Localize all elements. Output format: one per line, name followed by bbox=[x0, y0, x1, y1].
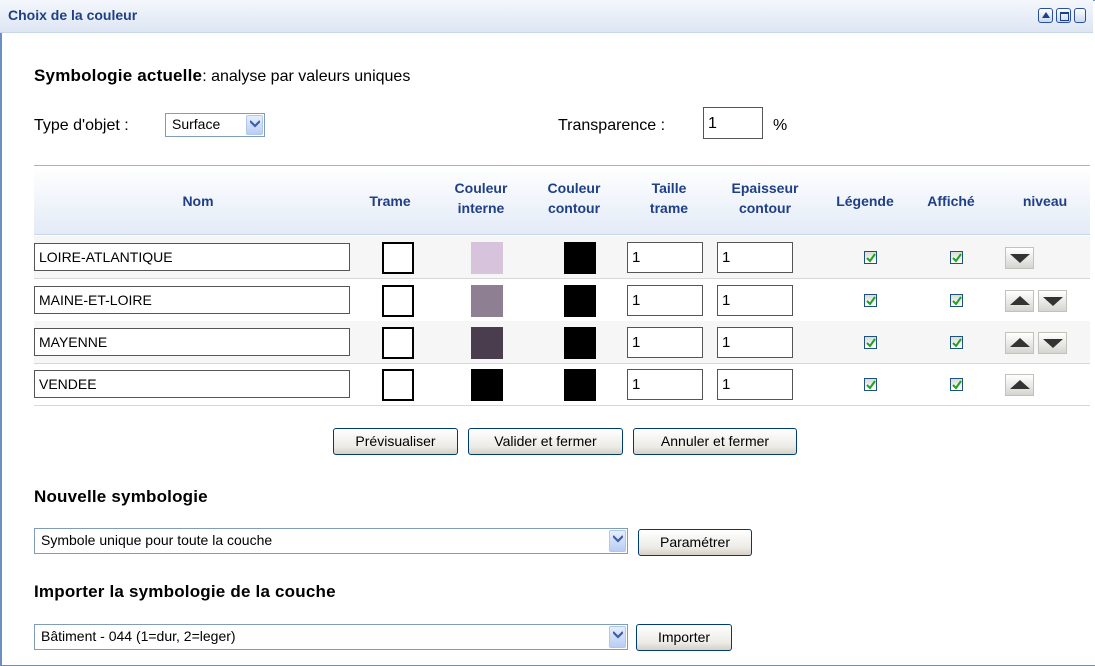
epaisseur-contour-input[interactable]: 1 bbox=[717, 242, 793, 273]
arrow-up-icon[interactable] bbox=[1005, 374, 1034, 396]
restore-icon[interactable] bbox=[1056, 8, 1071, 23]
nom-input[interactable]: LOIRE-ATLANTIQUE bbox=[34, 243, 350, 271]
trame-swatch[interactable] bbox=[382, 242, 414, 274]
legende-checkbox[interactable] bbox=[864, 378, 877, 391]
symbologie-actuelle-line: Symbologie actuelle: analyse par valeurs… bbox=[34, 66, 410, 86]
importer-button[interactable]: Importer bbox=[636, 624, 732, 651]
couleur-contour-swatch[interactable] bbox=[564, 369, 596, 401]
arrow-up-icon[interactable] bbox=[1005, 290, 1034, 312]
type-objet-select[interactable]: Surface bbox=[165, 113, 265, 137]
header-taille-trame: Taille trame bbox=[649, 180, 689, 216]
header-affiche: Affiché bbox=[927, 193, 975, 209]
couleur-interne-swatch[interactable] bbox=[471, 242, 503, 274]
nouvelle-symbologie-select[interactable]: Symbole unique pour toute la couche bbox=[34, 528, 628, 554]
dropdown-arrow-icon[interactable] bbox=[609, 626, 626, 648]
symbologie-actuelle-label: Symbologie actuelle bbox=[34, 66, 203, 85]
epaisseur-contour-input[interactable]: 1 bbox=[717, 327, 793, 358]
couleur-interne-swatch[interactable] bbox=[471, 285, 503, 317]
table-row: MAYENNE 1 1 bbox=[34, 321, 1090, 364]
importer-heading: Importer la symbologie de la couche bbox=[34, 582, 336, 601]
epaisseur-contour-input[interactable]: 1 bbox=[717, 285, 793, 316]
taille-trame-input[interactable]: 1 bbox=[627, 327, 703, 358]
valider-et-fermer-button[interactable]: Valider et fermer bbox=[468, 428, 623, 455]
arrow-down-icon[interactable] bbox=[1038, 290, 1067, 312]
couleur-interne-swatch[interactable] bbox=[471, 327, 503, 359]
previsualiser-button[interactable]: Prévisualiser bbox=[333, 428, 458, 455]
header-couleur-interne: Couleur interne bbox=[454, 180, 508, 216]
table-row: VENDEE 1 1 bbox=[34, 363, 1090, 406]
arrow-down-icon[interactable] bbox=[1038, 332, 1067, 354]
arrow-up-icon[interactable] bbox=[1005, 332, 1034, 354]
transparence-unit: % bbox=[773, 117, 788, 134]
legende-checkbox[interactable] bbox=[864, 336, 877, 349]
dropdown-arrow-icon[interactable] bbox=[609, 530, 626, 552]
annuler-et-fermer-button[interactable]: Annuler et fermer bbox=[633, 428, 797, 455]
affiche-checkbox[interactable] bbox=[950, 378, 963, 391]
affiche-checkbox[interactable] bbox=[950, 336, 963, 349]
legende-checkbox[interactable] bbox=[864, 294, 877, 307]
header-legende: Légende bbox=[836, 193, 894, 209]
symbologie-actuelle-value: : analyse par valeurs uniques bbox=[202, 68, 411, 85]
nouvelle-symbologie-value: Symbole unique pour toute la couche bbox=[41, 532, 273, 548]
parametrer-button[interactable]: Paramétrer bbox=[638, 529, 752, 556]
collapse-icon[interactable] bbox=[1038, 8, 1053, 23]
close-icon[interactable] bbox=[1074, 8, 1086, 23]
trame-swatch[interactable] bbox=[382, 369, 414, 401]
trame-swatch[interactable] bbox=[382, 327, 414, 359]
type-objet-label: Type d'objet : bbox=[34, 117, 129, 134]
importer-value: Bâtiment - 044 (1=dur, 2=leger) bbox=[41, 628, 236, 644]
legende-checkbox[interactable] bbox=[864, 251, 877, 264]
window-title: Choix de la couleur bbox=[8, 7, 138, 23]
nom-input[interactable]: VENDEE bbox=[34, 370, 350, 398]
trame-swatch[interactable] bbox=[382, 285, 414, 317]
affiche-checkbox[interactable] bbox=[950, 294, 963, 307]
title-bar: Choix de la couleur bbox=[0, 0, 1093, 33]
transparence-input[interactable]: 1 bbox=[703, 107, 763, 139]
table-row: LOIRE-ATLANTIQUE 1 1 bbox=[34, 236, 1090, 279]
taille-trame-input[interactable]: 1 bbox=[627, 285, 703, 316]
header-nom: Nom bbox=[182, 193, 214, 209]
nom-input[interactable]: MAYENNE bbox=[34, 328, 350, 356]
arrow-down-icon[interactable] bbox=[1005, 247, 1034, 269]
importer-select[interactable]: Bâtiment - 044 (1=dur, 2=leger) bbox=[34, 624, 628, 650]
couleur-contour-swatch[interactable] bbox=[564, 285, 596, 317]
taille-trame-input[interactable]: 1 bbox=[627, 242, 703, 273]
affiche-checkbox[interactable] bbox=[950, 251, 963, 264]
header-epaisseur-contour: Epaisseur contour bbox=[731, 180, 799, 216]
couleur-interne-swatch[interactable] bbox=[471, 369, 503, 401]
couleur-contour-swatch[interactable] bbox=[564, 327, 596, 359]
transparence-label: Transparence : bbox=[558, 117, 666, 134]
taille-trame-input[interactable]: 1 bbox=[627, 369, 703, 400]
couleur-contour-swatch[interactable] bbox=[564, 242, 596, 274]
header-niveau: niveau bbox=[1022, 193, 1068, 209]
header-trame: Trame bbox=[369, 193, 411, 209]
table-header: Nom Trame Couleur interne Couleur contour … bbox=[34, 166, 1090, 235]
nom-input[interactable]: MAINE-ET-LOIRE bbox=[34, 286, 350, 314]
epaisseur-contour-input[interactable]: 1 bbox=[717, 369, 793, 400]
header-couleur-contour: Couleur contour bbox=[547, 180, 601, 216]
table-row: MAINE-ET-LOIRE 1 1 bbox=[34, 279, 1090, 322]
dropdown-arrow-icon[interactable] bbox=[246, 115, 263, 135]
nouvelle-symbologie-heading: Nouvelle symbologie bbox=[34, 487, 208, 506]
type-objet-value: Surface bbox=[172, 116, 221, 132]
